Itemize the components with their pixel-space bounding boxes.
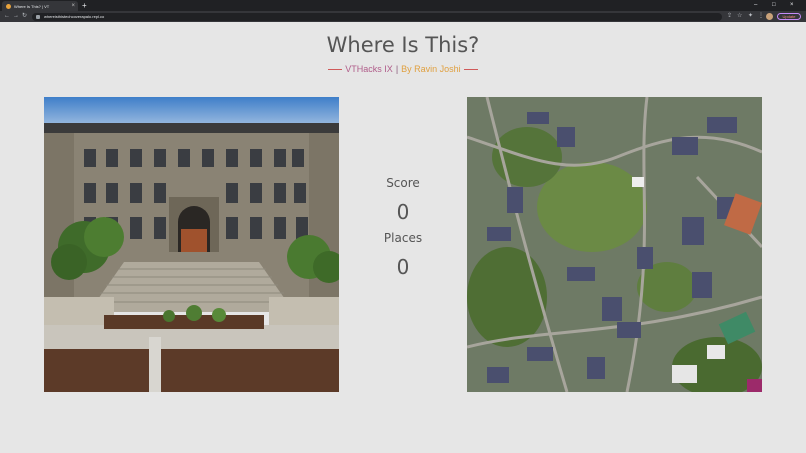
author-credit: By Ravin Joshi <box>401 64 461 74</box>
browser-tab[interactable]: Where Is This? | VT × <box>2 1 78 11</box>
subtitle-separator: | <box>395 64 399 74</box>
score-value: 0 <box>396 200 410 224</box>
event-name: VTHacks IX <box>345 64 393 74</box>
score-label: Score <box>386 176 420 190</box>
browser-tab-bar: Where Is This? | VT × + – □ × <box>0 0 806 11</box>
forward-icon[interactable]: → <box>13 11 19 22</box>
tab-title: Where Is This? | VT <box>14 3 50 9</box>
right-dash-divider <box>463 68 478 70</box>
minimize-icon[interactable]: – <box>754 0 757 10</box>
back-icon[interactable]: ← <box>4 11 10 22</box>
bookmark-star-icon[interactable]: ☆ <box>737 11 742 22</box>
left-dash-divider <box>328 68 343 70</box>
window-close-icon[interactable]: × <box>790 0 794 10</box>
share-icon[interactable]: ⇪ <box>727 11 732 22</box>
satellite-map[interactable] <box>467 97 762 392</box>
places-value: 0 <box>396 255 410 279</box>
url-text: whereisthistechcoverapalo.repl.co <box>44 14 105 19</box>
reload-icon[interactable]: ↻ <box>22 11 27 22</box>
address-bar[interactable]: whereisthistechcoverapalo.repl.co <box>32 12 722 21</box>
new-tab-button[interactable]: + <box>82 0 87 11</box>
street-view-image <box>44 97 339 392</box>
extensions-icon[interactable]: ✦ <box>748 11 753 22</box>
menu-icon[interactable]: ⋮ <box>758 11 764 22</box>
lock-icon <box>36 14 40 19</box>
page-title: Where Is This? <box>326 33 480 57</box>
subtitle: VTHacks IX | By Ravin Joshi <box>0 64 806 74</box>
tab-close-icon[interactable]: × <box>71 2 75 10</box>
favicon-icon <box>6 3 11 9</box>
browser-toolbar: ← → ↻ whereisthistechcoverapalo.repl.co … <box>0 11 806 22</box>
update-button[interactable]: Update <box>777 13 801 20</box>
places-label: Places <box>383 231 423 245</box>
profile-avatar[interactable] <box>766 13 773 20</box>
maximize-icon[interactable]: □ <box>772 0 776 10</box>
